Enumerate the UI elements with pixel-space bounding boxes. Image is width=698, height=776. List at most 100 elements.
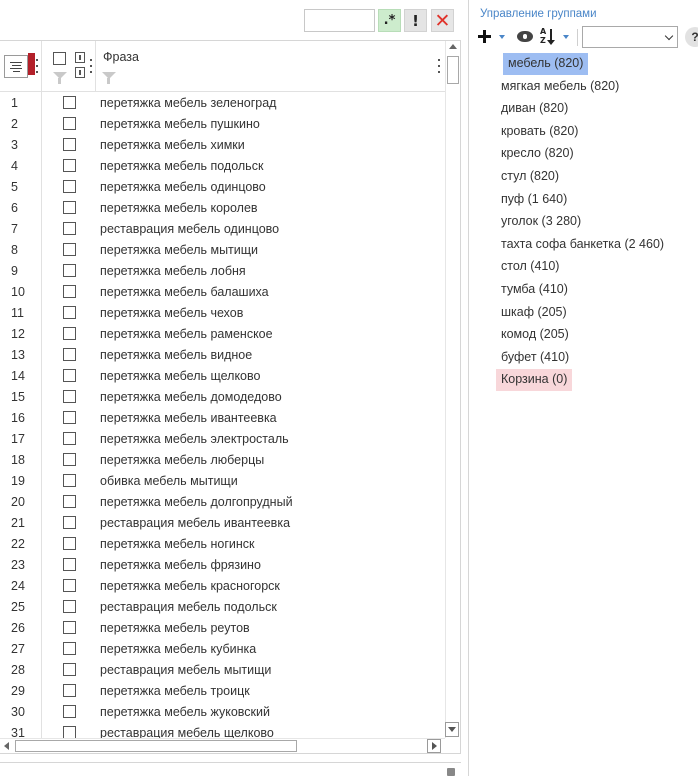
pin-icon[interactable] — [447, 768, 455, 776]
group-select[interactable] — [582, 26, 678, 48]
clear-filter-button[interactable]: ✕ — [431, 9, 454, 32]
scroll-left-icon[interactable] — [4, 742, 9, 750]
table-row[interactable]: 11 перетяжка мебель чехов — [0, 303, 437, 324]
table-row[interactable]: 3 перетяжка мебель химки — [0, 135, 437, 156]
table-row[interactable]: 20 перетяжка мебель долгопрудный — [0, 492, 437, 513]
column-drag-handle-icon[interactable] — [438, 59, 441, 73]
table-row[interactable]: 6 перетяжка мебель королев — [0, 198, 437, 219]
row-checkbox[interactable] — [63, 285, 76, 298]
group-item[interactable]: тумба (410) — [496, 279, 573, 301]
scroll-down-button[interactable] — [445, 722, 459, 737]
row-checkbox[interactable] — [63, 453, 76, 466]
group-item[interactable]: уголок (3 280) — [496, 211, 586, 233]
table-row[interactable]: 19 обивка мебель мытищи — [0, 471, 437, 492]
row-checkbox[interactable] — [63, 705, 76, 718]
phrase-filter-icon[interactable] — [102, 72, 116, 84]
sort-az-icon[interactable]: AZ — [540, 27, 558, 47]
row-checkbox[interactable] — [63, 159, 76, 172]
table-row[interactable]: 15 перетяжка мебель домодедово — [0, 387, 437, 408]
sort-dropdown-icon[interactable] — [563, 35, 569, 39]
table-row[interactable]: 1 перетяжка мебель зеленоград — [0, 93, 437, 114]
row-checkbox[interactable] — [63, 558, 76, 571]
group-item[interactable]: стул (820) — [496, 166, 564, 188]
table-row[interactable]: 28 реставрация мебель мытищи — [0, 660, 437, 681]
row-checkbox[interactable] — [63, 642, 76, 655]
table-row[interactable]: 17 перетяжка мебель электросталь — [0, 429, 437, 450]
table-row[interactable]: 18 перетяжка мебель люберцы — [0, 450, 437, 471]
table-row[interactable]: 9 перетяжка мебель лобня — [0, 261, 437, 282]
row-checkbox[interactable] — [63, 96, 76, 109]
row-checkbox[interactable] — [63, 390, 76, 403]
table-row[interactable]: 22 перетяжка мебель ногинск — [0, 534, 437, 555]
filter-input[interactable] — [304, 9, 375, 32]
group-item[interactable]: кресло (820) — [496, 143, 579, 165]
table-row[interactable]: 16 перетяжка мебель ивантеевка — [0, 408, 437, 429]
table-row[interactable]: 29 перетяжка мебель троицк — [0, 681, 437, 702]
filter-icon[interactable] — [53, 72, 67, 84]
row-checkbox[interactable] — [63, 495, 76, 508]
row-checkbox[interactable] — [63, 600, 76, 613]
row-checkbox[interactable] — [63, 138, 76, 151]
group-item[interactable]: мебель (820) — [503, 53, 589, 75]
group-item[interactable]: мягкая мебель (820) — [496, 76, 624, 98]
row-checkbox[interactable] — [63, 684, 76, 697]
row-checkbox[interactable] — [63, 411, 76, 424]
row-checkbox[interactable] — [63, 117, 76, 130]
table-row[interactable]: 7 реставрация мебель одинцово — [0, 219, 437, 240]
row-checkbox[interactable] — [63, 264, 76, 277]
table-row[interactable]: 4 перетяжка мебель подольск — [0, 156, 437, 177]
group-item[interactable]: кровать (820) — [496, 121, 583, 143]
group-item[interactable]: шкаф (205) — [496, 302, 572, 324]
row-checkbox[interactable] — [63, 516, 76, 529]
row-checkbox[interactable] — [63, 726, 76, 738]
row-checkbox[interactable] — [63, 222, 76, 235]
scroll-right-button[interactable] — [427, 739, 441, 753]
group-item[interactable]: комод (205) — [496, 324, 574, 346]
table-row[interactable]: 31 реставрация мебель щелково — [0, 723, 437, 738]
table-row[interactable]: 12 перетяжка мебель раменское — [0, 324, 437, 345]
row-checkbox[interactable] — [63, 348, 76, 361]
table-row[interactable]: 8 перетяжка мебель мытищи — [0, 240, 437, 261]
exclude-toggle-button[interactable]: ! — [404, 9, 427, 32]
row-checkbox[interactable] — [63, 180, 76, 193]
group-item[interactable]: стол (410) — [496, 256, 564, 278]
table-row[interactable]: 25 реставрация мебель подольск — [0, 597, 437, 618]
table-row[interactable]: 26 перетяжка мебель реутов — [0, 618, 437, 639]
row-checkbox[interactable] — [63, 474, 76, 487]
phrase-column-header[interactable]: Фраза — [103, 50, 139, 64]
row-checkbox[interactable] — [63, 621, 76, 634]
group-item[interactable]: пуф (1 640) — [496, 189, 572, 211]
eye-icon[interactable] — [517, 31, 533, 42]
row-checkbox[interactable] — [63, 306, 76, 319]
trash-group-item[interactable]: Корзина (0) — [496, 369, 573, 392]
scroll-up-icon[interactable] — [449, 44, 457, 49]
help-button[interactable]: ? — [685, 27, 698, 47]
regex-toggle-button[interactable]: .* — [378, 9, 401, 32]
group-item[interactable]: тахта софа банкетка (2 460) — [496, 234, 669, 256]
table-row[interactable]: 24 перетяжка мебель красногорск — [0, 576, 437, 597]
row-checkbox[interactable] — [63, 201, 76, 214]
table-row[interactable]: 21 реставрация мебель ивантеевка — [0, 513, 437, 534]
add-group-dropdown-icon[interactable] — [499, 35, 505, 39]
include-column-icon[interactable] — [75, 52, 85, 63]
column-chooser-button[interactable] — [4, 55, 28, 78]
row-checkbox[interactable] — [63, 327, 76, 340]
row-checkbox[interactable] — [63, 243, 76, 256]
row-checkbox[interactable] — [63, 432, 76, 445]
horizontal-scrollbar[interactable] — [0, 738, 445, 753]
table-row[interactable]: 27 перетяжка мебель кубинка — [0, 639, 437, 660]
row-checkbox[interactable] — [63, 537, 76, 550]
vertical-scrollbar[interactable] — [445, 41, 460, 738]
table-row[interactable]: 10 перетяжка мебель балашиха — [0, 282, 437, 303]
table-row[interactable]: 2 перетяжка мебель пушкино — [0, 114, 437, 135]
exclude-column-icon[interactable] — [75, 67, 85, 78]
row-checkbox[interactable] — [63, 369, 76, 382]
table-row[interactable]: 30 перетяжка мебель жуковский — [0, 702, 437, 723]
horizontal-scroll-thumb[interactable] — [15, 740, 297, 752]
select-all-checkbox[interactable] — [53, 52, 66, 65]
row-checkbox[interactable] — [63, 663, 76, 676]
column-drag-handle-icon[interactable] — [36, 59, 39, 73]
table-row[interactable]: 14 перетяжка мебель щелково — [0, 366, 437, 387]
group-item[interactable]: буфет (410) — [496, 347, 574, 369]
vertical-scroll-thumb[interactable] — [447, 56, 459, 84]
